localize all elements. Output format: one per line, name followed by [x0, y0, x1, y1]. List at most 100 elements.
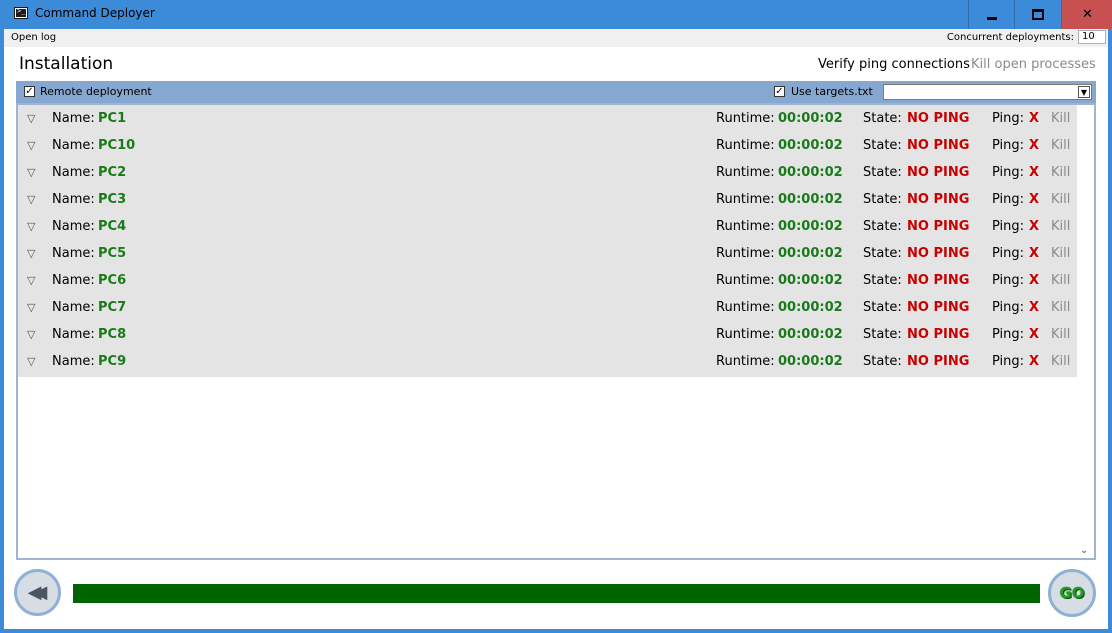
- runtime-value: 00:00:02: [778, 354, 843, 369]
- state-label: State:: [863, 111, 902, 126]
- kill-button[interactable]: Kill: [1051, 186, 1070, 213]
- deployment-row[interactable]: ▽ Name: PC10 Runtime: 00:00:02 State: NO PING P…: [18, 132, 1078, 159]
- name-label: Name:: [52, 111, 95, 126]
- triangle-down-icon[interactable]: ▽: [27, 186, 35, 213]
- kill-button[interactable]: Kill: [1051, 321, 1070, 348]
- close-button[interactable]: ✕: [1061, 0, 1112, 29]
- remote-deployment-checkbox[interactable]: ✓: [24, 86, 35, 97]
- menu-strip: Open log Concurrent deployments: 10: [4, 29, 1108, 47]
- name-value: PC7: [98, 300, 127, 315]
- ping-label: Ping:: [992, 246, 1025, 261]
- state-label: State:: [863, 300, 902, 315]
- ping-label: Ping:: [992, 300, 1025, 315]
- triangle-down-icon[interactable]: ▽: [27, 213, 35, 240]
- kill-button[interactable]: Kill: [1051, 348, 1070, 375]
- deployment-row[interactable]: ▽ Name: PC9 Runtime: 00:00:02 State: NO PING Pi…: [18, 348, 1078, 375]
- triangle-down-icon[interactable]: ▽: [27, 294, 35, 321]
- state-value: NO PING: [907, 192, 970, 207]
- concurrent-deployments-label: Concurrent deployments:: [946, 32, 1074, 43]
- ping-label: Ping:: [992, 165, 1025, 180]
- state-value: NO PING: [907, 246, 970, 261]
- remote-deployment-label[interactable]: Remote deployment: [40, 85, 152, 98]
- runtime-value: 00:00:02: [778, 273, 843, 288]
- use-targets-label[interactable]: Use targets.txt: [791, 85, 873, 98]
- use-targets-checkbox[interactable]: ✓: [774, 86, 785, 97]
- state-value: NO PING: [907, 111, 970, 126]
- name-value: PC3: [98, 192, 127, 207]
- deployment-row[interactable]: ▽ Name: PC3 Runtime: 00:00:02 State: NO PING Pi…: [18, 186, 1078, 213]
- title-bar[interactable]: Command Deployer ✕: [0, 0, 1112, 29]
- runtime-value: 00:00:02: [778, 165, 843, 180]
- check-icon: ✓: [25, 86, 34, 97]
- ping-label: Ping:: [992, 111, 1025, 126]
- kill-button[interactable]: Kill: [1051, 267, 1070, 294]
- deployment-row[interactable]: ▽ Name: PC5 Runtime: 00:00:02 State: NO PING Pi…: [18, 240, 1078, 267]
- deployment-row[interactable]: ▽ Name: PC8 Runtime: 00:00:02 State: NO PING Pi…: [18, 321, 1078, 348]
- name-label: Name:: [52, 246, 95, 261]
- deployment-row[interactable]: ▽ Name: PC6 Runtime: 00:00:02 State: NO PING Pi…: [18, 267, 1078, 294]
- close-icon: ✕: [1082, 7, 1093, 22]
- kill-button[interactable]: Kill: [1051, 159, 1070, 186]
- deployment-rows: ▽ Name: PC1 Runtime: 00:00:02 State: NO PING Pi…: [18, 105, 1078, 377]
- name-label: Name:: [52, 192, 95, 207]
- triangle-down-icon[interactable]: ▽: [27, 267, 35, 294]
- runtime-label: Runtime:: [716, 138, 775, 153]
- runtime-value: 00:00:02: [778, 219, 843, 234]
- name-value: PC4: [98, 219, 127, 234]
- ping-value: X: [1029, 219, 1040, 234]
- ping-label: Ping:: [992, 354, 1025, 369]
- runtime-label: Runtime:: [716, 246, 775, 261]
- kill-button[interactable]: Kill: [1051, 213, 1070, 240]
- check-icon: ✓: [775, 86, 784, 97]
- name-value: PC5: [98, 246, 127, 261]
- go-button[interactable]: GO: [1048, 569, 1096, 617]
- targets-dropdown[interactable]: ▼: [883, 84, 1092, 100]
- state-label: State:: [863, 165, 902, 180]
- terminal-icon: [14, 7, 28, 19]
- ping-label: Ping:: [992, 273, 1025, 288]
- triangle-down-icon[interactable]: ▽: [27, 132, 35, 159]
- chevron-down-icon[interactable]: ▼: [1078, 86, 1090, 98]
- kill-button[interactable]: Kill: [1051, 294, 1070, 321]
- kill-button[interactable]: Kill: [1051, 105, 1070, 132]
- concurrent-deployments-input[interactable]: 10: [1078, 30, 1106, 44]
- minimize-icon: [987, 16, 997, 20]
- name-label: Name:: [52, 273, 95, 288]
- ping-label: Ping:: [992, 219, 1025, 234]
- runtime-value: 00:00:02: [778, 327, 843, 342]
- state-label: State:: [863, 327, 902, 342]
- kill-button[interactable]: Kill: [1051, 240, 1070, 267]
- triangle-down-icon[interactable]: ▽: [27, 105, 35, 132]
- deployment-row[interactable]: ▽ Name: PC2 Runtime: 00:00:02 State: NO PING Pi…: [18, 159, 1078, 186]
- open-log-menu-item[interactable]: Open log: [11, 32, 56, 43]
- kill-open-processes-link[interactable]: Kill open processes: [971, 57, 1096, 72]
- name-label: Name:: [52, 219, 95, 234]
- triangle-down-icon[interactable]: ▽: [27, 348, 35, 375]
- deployment-row[interactable]: ▽ Name: PC4 Runtime: 00:00:02 State: NO PING Pi…: [18, 213, 1078, 240]
- maximize-button[interactable]: [1014, 0, 1061, 29]
- name-value: PC2: [98, 165, 127, 180]
- verify-ping-link[interactable]: Verify ping connections: [818, 57, 970, 72]
- name-value: PC10: [98, 138, 136, 153]
- runtime-value: 00:00:02: [778, 111, 843, 126]
- deployment-list: ▽ Name: PC1 Runtime: 00:00:02 State: NO PING Pi…: [16, 103, 1096, 560]
- state-value: NO PING: [907, 273, 970, 288]
- ping-label: Ping:: [992, 327, 1025, 342]
- triangle-down-icon[interactable]: ▽: [27, 321, 35, 348]
- runtime-label: Runtime:: [716, 273, 775, 288]
- ping-value: X: [1029, 273, 1040, 288]
- kill-button[interactable]: Kill: [1051, 132, 1070, 159]
- scroll-down-icon[interactable]: ⌄: [1080, 545, 1088, 556]
- vertical-scrollbar[interactable]: ⌄: [1077, 105, 1094, 558]
- back-button[interactable]: ◀◀: [14, 569, 61, 616]
- name-label: Name:: [52, 300, 95, 315]
- minimize-button[interactable]: [968, 0, 1015, 29]
- triangle-down-icon[interactable]: ▽: [27, 240, 35, 267]
- runtime-label: Runtime:: [716, 327, 775, 342]
- triangle-down-icon[interactable]: ▽: [27, 159, 35, 186]
- page-title: Installation: [19, 54, 114, 74]
- deployment-row[interactable]: ▽ Name: PC7 Runtime: 00:00:02 State: NO PING Pi…: [18, 294, 1078, 321]
- runtime-label: Runtime:: [716, 111, 775, 126]
- deployment-row[interactable]: ▽ Name: PC1 Runtime: 00:00:02 State: NO PING Pi…: [18, 105, 1078, 132]
- state-value: NO PING: [907, 219, 970, 234]
